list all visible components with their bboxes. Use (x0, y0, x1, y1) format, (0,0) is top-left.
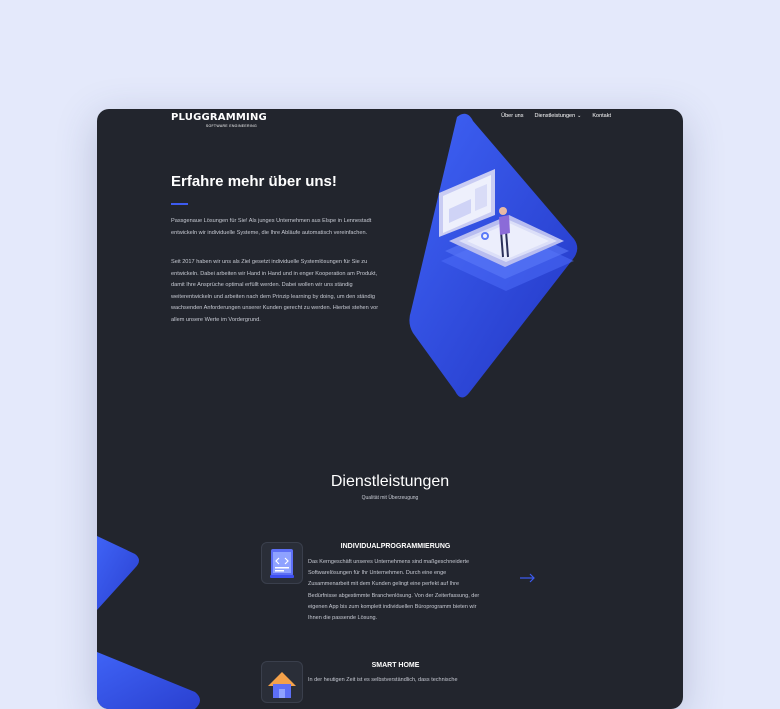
service-heading: INDIVIDUALPROGRAMMIERUNG (340, 543, 451, 550)
smart-home-icon (261, 661, 303, 703)
nav-item-kontakt[interactable]: Kontakt (592, 113, 611, 119)
code-window-icon (261, 542, 303, 584)
title-underline (171, 203, 188, 205)
services-subtitle: Qualität mit Überzeugung (361, 495, 419, 501)
logo-wordmark: PLUGGRAMMING (171, 112, 267, 123)
about-paragraph-1: Passgenaue Lösungen für Sie! Als junges … (171, 218, 372, 236)
about-title: Erfahre mehr über uns! (171, 173, 337, 190)
services-title: Dienstleistungen (330, 473, 450, 490)
laptop-illustration (409, 113, 578, 398)
service-text: In der heutigen Zeit ist es selbstverstä… (308, 677, 458, 683)
arrow-right-icon[interactable] (520, 573, 536, 583)
service-text: Das Kerngeschäft unseres Unternehmens si… (308, 559, 480, 622)
logo-tagline: SOFTWARE ENGINEERING (205, 124, 257, 128)
about-paragraph-2: Seit 2017 haben wir uns als Ziel gesetzt… (171, 259, 379, 323)
service-heading: SMART HOME (371, 662, 420, 669)
decorative-shape (97, 536, 200, 709)
logo[interactable]: PLUGGRAMMING SOFTWARE ENGINEERING (171, 111, 267, 131)
website-preview: PLUGGRAMMING SOFTWARE ENGINEERING Über u… (97, 109, 683, 709)
